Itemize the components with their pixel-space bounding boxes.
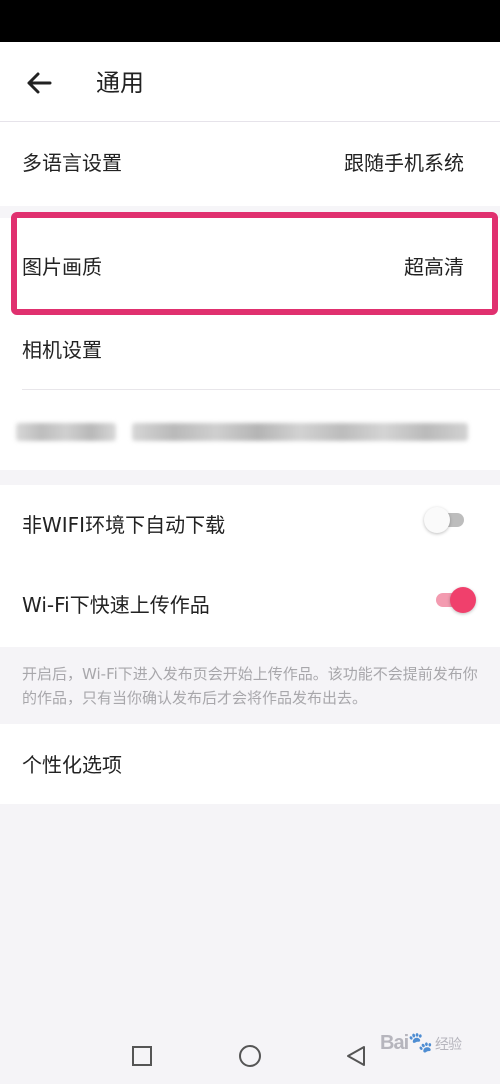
circle-icon [239,1045,261,1067]
wifi-upload-row: Wi-Fi下快速上传作品 [0,565,500,645]
language-setting-label: 多语言设置 [22,151,122,175]
camera-setting-label: 相机设置 [22,338,102,362]
recent-apps-button[interactable] [126,1040,158,1072]
wifi-upload-toggle[interactable] [436,587,476,613]
home-button[interactable] [234,1040,266,1072]
camera-setting-row[interactable]: 相机设置 [0,318,500,388]
personalization-label: 个性化选项 [22,753,122,777]
page-title: 通用 [96,69,144,97]
language-setting-value: 跟随手机系统 [344,151,464,175]
personalization-row[interactable]: 个性化选项 [0,724,500,804]
highlight-annotation-box [11,212,498,315]
blurred-text-segment [132,423,468,441]
wifi-upload-note: 开启后，Wi-Fi下进入发布页会开始上传作品。该功能不会提前发布你的作品，只有当… [22,665,478,707]
auto-download-row: 非WIFI环境下自动下载 [0,485,500,565]
blurred-text-segment [16,423,116,441]
blurred-content [16,419,468,445]
paw-icon: 🐾 [408,1032,433,1054]
system-back-button[interactable] [340,1040,372,1072]
watermark-logo: Bai🐾 经验 [380,1030,462,1055]
back-button[interactable] [22,66,56,100]
auto-download-toggle[interactable] [424,507,464,533]
language-setting-row[interactable]: 多语言设置 跟随手机系统 [0,122,500,206]
watermark-brand: Bai [380,1032,409,1054]
wifi-upload-label: Wi-Fi下快速上传作品 [22,593,210,617]
divider [22,389,500,390]
watermark-text: 经验 [435,1036,462,1052]
toggle-knob [450,587,476,613]
square-icon [132,1046,152,1066]
triangle-back-icon [347,1046,365,1066]
auto-download-label: 非WIFI环境下自动下载 [22,513,226,537]
toggle-knob [424,507,450,533]
app-header: 通用 [0,42,500,122]
arrow-left-icon [27,72,52,94]
network-settings-section: 非WIFI环境下自动下载 Wi-Fi下快速上传作品 [0,485,500,647]
status-bar [0,0,500,42]
